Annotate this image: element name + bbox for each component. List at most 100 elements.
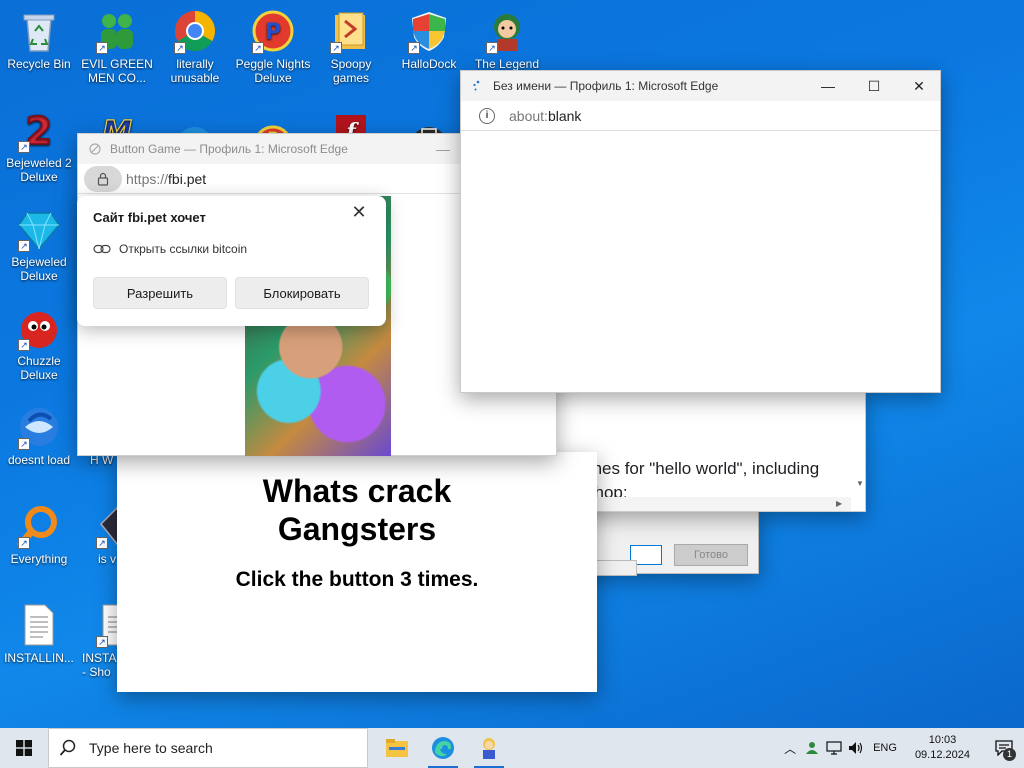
notification-center-button[interactable]: 1	[984, 728, 1024, 768]
volume-icon[interactable]	[845, 728, 867, 768]
window-title: Button Game — Профиль 1: Microsoft Edge	[110, 142, 348, 156]
desktop-icon-label: Chuzzle Deluxe	[17, 354, 61, 382]
desktop-icon-label: Spoopy games	[330, 57, 372, 85]
start-button[interactable]	[0, 728, 48, 768]
shortcut-arrow-icon: ↗	[18, 339, 30, 351]
desktop-icon-label: EVIL GREEN MEN CO...	[81, 57, 153, 85]
dialog-ok-button[interactable]: Готово	[674, 544, 748, 566]
link-icon	[93, 243, 111, 255]
desktop-icon-everything[interactable]: ↗ Everything	[0, 503, 78, 566]
search-icon	[59, 739, 76, 756]
gem-icon: ↗	[16, 206, 62, 252]
shortcut-arrow-icon: ↗	[18, 240, 30, 252]
clock-date: 09.12.2024	[914, 749, 970, 761]
system-tray: ︿ ENG 10:03 09.12.2024 1	[779, 728, 1024, 768]
scroll-down-arrow-icon[interactable]: ▼	[856, 479, 864, 488]
desktop-icon-label: INSTALLIN...	[4, 651, 74, 665]
close-icon[interactable]: ✕	[348, 202, 370, 224]
desktop-icon-peggle[interactable]: P ↗ Peggle Nights Deluxe	[234, 8, 312, 85]
address-bar[interactable]: i about: blank	[461, 101, 940, 131]
show-hidden-icons-chevron-up-icon[interactable]: ︿	[779, 728, 801, 768]
taskbar-search-box[interactable]: Type here to search	[48, 728, 368, 768]
button-game-page-window: Whats crack Gangsters Click the button 3…	[117, 452, 597, 692]
desktop-icon-recycle-bin[interactable]: Recycle Bin	[0, 8, 78, 71]
desktop-icon-hallodock[interactable]: ↗ HalloDock	[390, 8, 468, 71]
shortcut-arrow-icon: ↗	[408, 42, 420, 54]
loading-spinner-icon	[471, 79, 485, 93]
url-protocol: https://	[126, 170, 169, 187]
url-protocol: about:	[509, 107, 548, 124]
desktop-icon-label: literally unusable	[170, 57, 220, 85]
shortcut-arrow-icon: ↗	[18, 141, 30, 153]
shortcut-arrow-icon: ↗	[96, 636, 108, 648]
taskbar-game-app[interactable]	[466, 728, 512, 768]
folder-icon: ↗	[328, 8, 374, 54]
chuzzle-icon: ↗	[16, 305, 62, 351]
desktop-icon-label: Everything	[10, 552, 68, 566]
edge-window-blank: Без имени — Профиль 1: Microsoft Edge — …	[460, 70, 941, 393]
taskbar-file-explorer[interactable]	[374, 728, 420, 768]
shortcut-arrow-icon: ↗	[96, 42, 108, 54]
shortcut-arrow-icon: ↗	[18, 537, 30, 549]
shortcut-arrow-icon: ↗	[330, 42, 342, 54]
desktop-icon-literally-unusable[interactable]: ↗ literally unusable	[156, 8, 234, 85]
desktop-icon-label: HalloDock	[401, 57, 457, 71]
desktop-icon-label: The Legend	[474, 57, 540, 71]
shield-icon: ↗	[406, 8, 452, 54]
maximize-button[interactable]: ☐	[851, 71, 897, 101]
desktop-icon-label: Bejeweled Deluxe	[11, 255, 67, 283]
windows-logo-icon	[16, 740, 32, 756]
shortcut-arrow-icon: ↗	[96, 537, 108, 549]
window-titlebar[interactable]: Без имени — Профиль 1: Microsoft Edge — …	[461, 71, 940, 101]
thunderbird-icon: ↗	[16, 404, 62, 450]
minimize-button[interactable]: —	[805, 71, 851, 101]
clock[interactable]: 10:03 09.12.2024	[915, 733, 970, 763]
text-file-icon	[16, 602, 62, 648]
recycle-bin-icon	[16, 8, 62, 54]
window-title: Без имени — Профиль 1: Microsoft Edge	[493, 79, 719, 93]
site-info-button[interactable]	[84, 165, 122, 192]
search-placeholder: Type here to search	[89, 740, 213, 756]
desktop-icon-evil-green[interactable]: ↗ EVIL GREEN MEN CO...	[78, 8, 156, 85]
taskbar: Type here to search ︿ ENG 10:03 09.12.20…	[0, 728, 1024, 768]
desktop-icon-doesnt-load[interactable]: ↗ doesnt load	[0, 404, 78, 467]
close-button[interactable]: ✕	[896, 71, 942, 101]
desktop-icon-spoopy[interactable]: ↗ Spoopy games	[312, 8, 390, 85]
url-host: blank	[547, 107, 582, 124]
desktop-icon-label: INSTA - Sho	[82, 651, 116, 679]
file-explorer-icon	[386, 739, 408, 757]
url-host: fbi.pet	[168, 170, 207, 187]
language-indicator[interactable]: ENG	[873, 742, 897, 754]
shortcut-arrow-icon: ↗	[174, 42, 186, 54]
desktop-icon-the-legend[interactable]: ↗ The Legend	[468, 8, 546, 71]
allow-button[interactable]: Разрешить	[93, 277, 227, 309]
game-instruction: Click the button 3 times.	[235, 568, 479, 591]
chrome-icon: ↗	[172, 8, 218, 54]
lock-icon	[97, 172, 109, 186]
user-status-icon[interactable]	[801, 728, 823, 768]
desktop-icon-chuzzle[interactable]: ↗ Chuzzle Deluxe	[0, 305, 78, 382]
peggle-icon: P ↗	[250, 8, 296, 54]
edge-icon	[432, 737, 454, 759]
permission-label: Открыть ссылки bitcoin	[119, 242, 248, 256]
desktop-icon-bejeweled[interactable]: ↗ Bejeweled Deluxe	[0, 206, 78, 283]
desktop-icon-bejeweled2[interactable]: 2 ↗ Bejeweled 2 Deluxe	[0, 107, 78, 184]
permission-title: Сайт fbi.pet хочет	[93, 210, 206, 225]
scroll-right-arrow-icon[interactable]: ▶	[836, 499, 842, 508]
shortcut-arrow-icon: ↗	[252, 42, 264, 54]
notification-count-badge: 1	[1003, 748, 1016, 761]
desktop-icon-label: Bejeweled 2 Deluxe	[6, 156, 72, 184]
game-character-icon	[483, 738, 495, 759]
desktop-icon-installing[interactable]: INSTALLIN...	[0, 602, 78, 665]
magnifier-app-icon: ↗	[16, 503, 62, 549]
block-button[interactable]: Блокировать	[235, 277, 369, 309]
taskbar-edge[interactable]	[420, 728, 466, 768]
green-men-icon: ↗	[94, 8, 140, 54]
headline-line-2: Gangsters	[277, 511, 437, 547]
desktop-icon-label: doesnt load	[7, 453, 71, 467]
shortcut-arrow-icon: ↗	[18, 438, 30, 450]
network-icon[interactable]	[823, 728, 845, 768]
tab-favicon-icon	[88, 142, 102, 156]
clock-time: 10:03	[928, 734, 957, 746]
info-icon[interactable]: i	[479, 107, 495, 124]
